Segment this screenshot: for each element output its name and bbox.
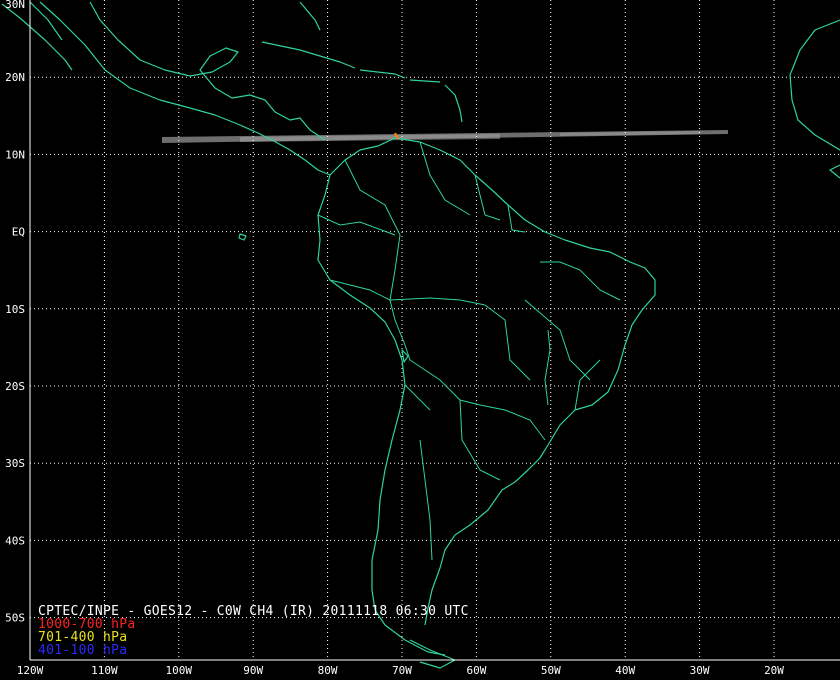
- longitude-tick-label: 90W: [243, 664, 263, 677]
- longitude-tick-label: 50W: [541, 664, 561, 677]
- longitude-tick-label: 40W: [615, 664, 635, 677]
- longitude-tick-label: 70W: [392, 664, 412, 677]
- latitude-tick-label: 20N: [5, 71, 25, 84]
- latitude-tick-label: 30N: [5, 0, 25, 11]
- longitude-tick-label: 20W: [764, 664, 784, 677]
- longitude-tick-label: 30W: [690, 664, 710, 677]
- latitude-tick-label: 40S: [5, 534, 25, 547]
- latitude-tick-label: EQ: [12, 226, 25, 239]
- longitude-tick-label: 60W: [466, 664, 486, 677]
- latitude-tick-label: 10S: [5, 303, 25, 316]
- satellite-wind-map: 30N 20N 10N EQ 10S 20S 30S 40S 50S 120W 110W 100W 9…: [0, 0, 840, 680]
- longitude-tick-label: 120W: [17, 664, 44, 677]
- latitude-tick-label: 10N: [5, 148, 25, 161]
- legend-layer-high: 401-100 hPa: [38, 643, 128, 658]
- longitude-tick-label: 100W: [166, 664, 193, 677]
- longitude-tick-label: 80W: [318, 664, 338, 677]
- latitude-tick-label: 20S: [5, 380, 25, 393]
- latitude-tick-label: 30S: [5, 457, 25, 470]
- latitude-tick-label: 50S: [5, 612, 25, 625]
- longitude-tick-label: 110W: [91, 664, 118, 677]
